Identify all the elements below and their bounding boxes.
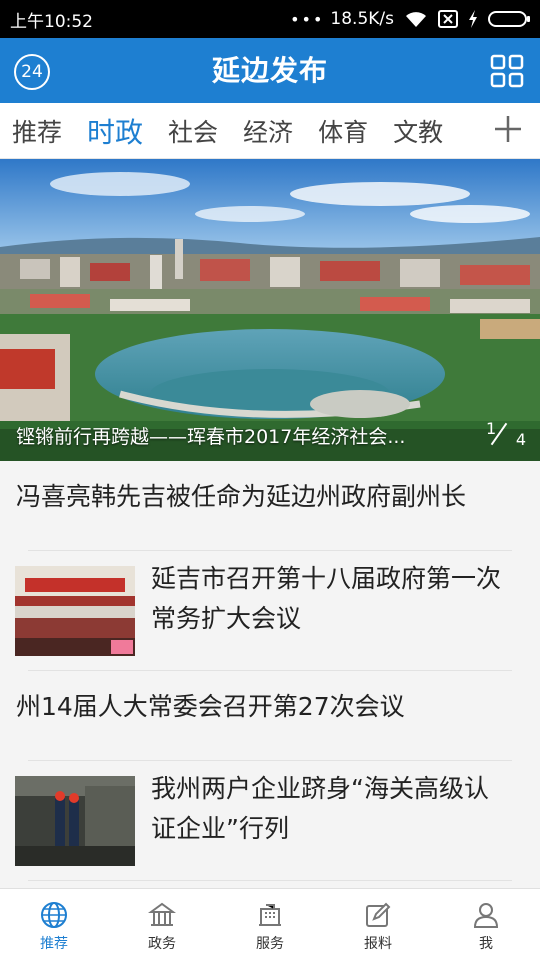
tab-sports[interactable]: 体育: [318, 113, 368, 149]
app-title: 延边发布: [211, 54, 328, 87]
nav-recommend[interactable]: 推荐: [0, 889, 108, 960]
government-building-icon: [148, 902, 176, 926]
network-speed: 18.5K/s: [330, 9, 394, 29]
list-item[interactable]: 州14届人大常委会召开第27次会议: [0, 671, 540, 761]
nav-me[interactable]: 我: [432, 889, 540, 960]
tab-politics[interactable]: 时政: [87, 111, 143, 151]
nav-report[interactable]: 报料: [324, 889, 432, 960]
tab-recommend[interactable]: 推荐: [12, 113, 62, 149]
carousel-pager: 1 4: [486, 419, 526, 449]
status-time: 上午10:52: [10, 11, 93, 32]
list-item[interactable]: 我州两户企业跻身“海关高级认证企业”行列: [0, 761, 540, 881]
meeting-thumbnail: [15, 566, 135, 656]
tab-culture-education[interactable]: 文教: [393, 113, 443, 149]
category-tabs: 推荐 时政 社会 经济 体育 文教: [0, 103, 540, 159]
app-bar: 24 延边发布: [0, 38, 540, 103]
service-building-icon: [259, 904, 281, 926]
battery-icon: [488, 10, 530, 28]
status-bar: 上午10:52 ••• 18.5K/s: [0, 0, 540, 38]
no-sim-icon: [438, 10, 458, 28]
charging-icon: [468, 10, 478, 28]
bottom-navigation: 推荐 政务 服务 报料 我: [0, 888, 540, 960]
news-list: 冯喜亮韩先吉被任命为延边州政府副州长 延吉市召开第十八届政府第一次常务扩大会议 …: [0, 461, 540, 881]
headline-carousel[interactable]: 铿锵前行再跨越——珲春市2017年经济社会... 1 4: [0, 159, 540, 461]
news-title: 冯喜亮韩先吉被任命为延边州政府副州长: [16, 482, 467, 511]
nav-label: 报料: [364, 936, 392, 952]
pager-total: 4: [515, 430, 526, 449]
add-tab-icon[interactable]: [492, 113, 524, 145]
nav-label: 服务: [256, 936, 284, 952]
news-title: 州14届人大常委会召开第27次会议: [16, 692, 405, 721]
grid-menu-icon[interactable]: [490, 54, 524, 88]
divider: [28, 880, 512, 881]
news-title: 延吉市召开第十八届政府第一次常务扩大会议: [151, 564, 502, 633]
status-indicators: ••• 18.5K/s: [290, 9, 530, 29]
carousel-caption[interactable]: 铿锵前行再跨越——珲春市2017年经济社会...: [16, 422, 405, 449]
nav-service[interactable]: 服务: [216, 889, 324, 960]
tab-society[interactable]: 社会: [168, 113, 218, 149]
nav-label: 推荐: [40, 936, 68, 952]
tab-economy[interactable]: 经济: [243, 113, 293, 149]
nav-label: 我: [479, 936, 493, 952]
nav-label: 政务: [148, 936, 176, 952]
user-icon: [473, 903, 499, 928]
list-item[interactable]: 延吉市召开第十八届政府第一次常务扩大会议: [0, 551, 540, 671]
list-item[interactable]: 冯喜亮韩先吉被任命为延边州政府副州长: [0, 461, 540, 551]
pager-current: 1: [486, 419, 497, 438]
factory-thumbnail: [15, 776, 135, 866]
news-title: 我州两户企业跻身“海关高级认证企业”行列: [151, 774, 489, 843]
wifi-icon: [404, 10, 428, 28]
nav-government[interactable]: 政务: [108, 889, 216, 960]
city-lake-photo: [0, 159, 540, 461]
globe-icon: [41, 902, 67, 928]
status-dots: •••: [290, 9, 325, 29]
edit-report-icon: [366, 902, 391, 927]
